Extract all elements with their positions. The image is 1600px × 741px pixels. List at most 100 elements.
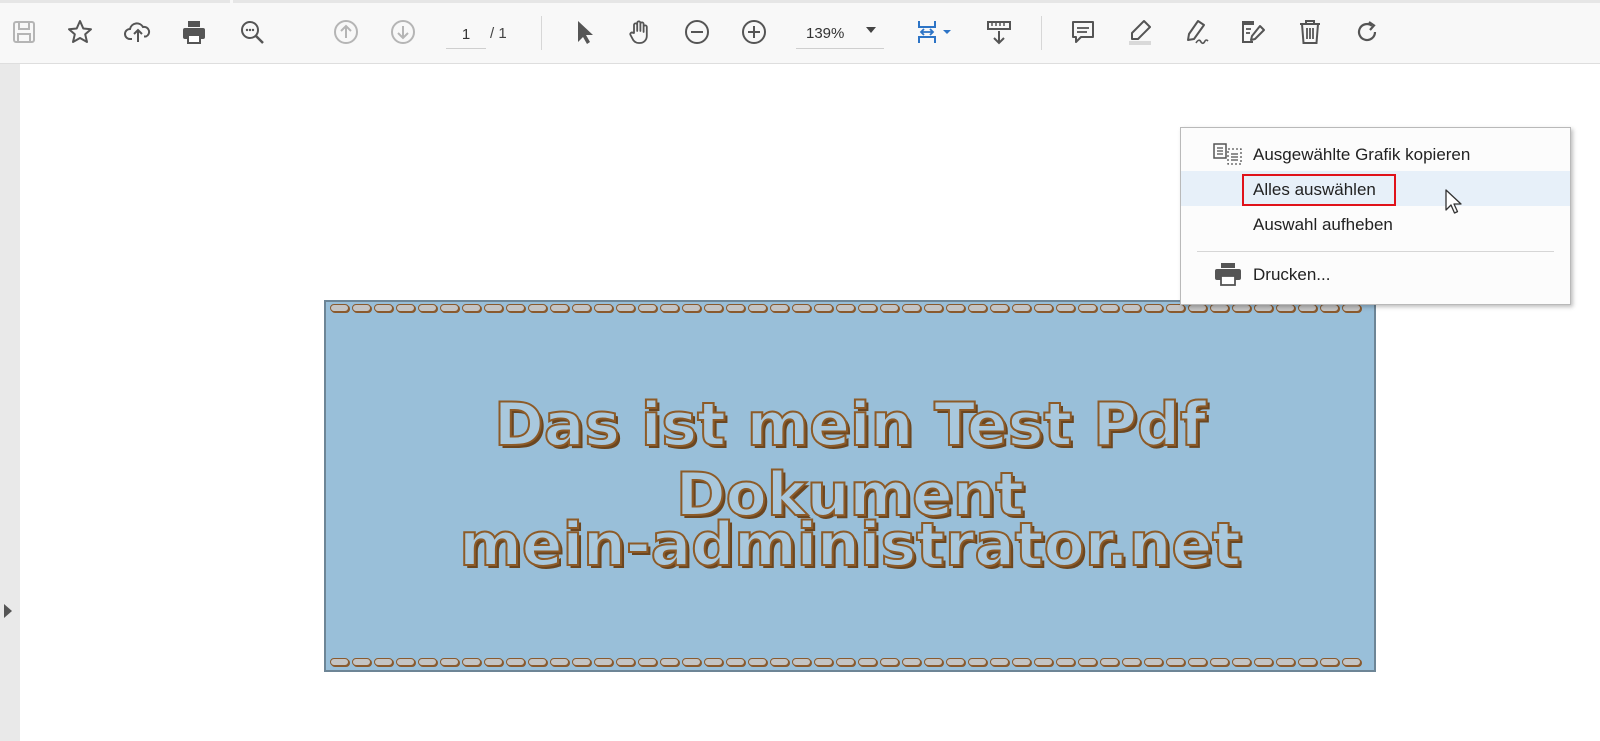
zoom-out-icon[interactable] [679, 14, 715, 50]
document-subtitle: mein-administrator.net [458, 509, 1242, 581]
stitch-segment [484, 658, 503, 666]
print-icon [1215, 263, 1241, 286]
menu-item-deselect[interactable]: Auswahl aufheben [1181, 206, 1570, 241]
stitch-segment [1100, 304, 1119, 312]
stitch-segment [1320, 304, 1339, 312]
stitch-segment [990, 658, 1009, 666]
stitch-segment [1034, 304, 1053, 312]
toolbar: / 1 139% [0, 0, 1600, 64]
stitch-segment [528, 304, 547, 312]
menu-item-label: Auswahl aufheben [1253, 215, 1393, 234]
stitch-segment [616, 658, 635, 666]
search-zoom-icon[interactable] [234, 14, 270, 50]
stitch-segment [462, 658, 481, 666]
menu-item-print[interactable]: Drucken... [1181, 256, 1570, 291]
copy-graphic-icon [1213, 143, 1242, 165]
stitch-segment [682, 658, 701, 666]
stitch-segment [506, 658, 525, 666]
fit-page-icon[interactable] [910, 14, 960, 50]
stitch-segment [528, 658, 547, 666]
stitch-segment [1210, 304, 1229, 312]
stitch-segment [836, 304, 855, 312]
sign-icon[interactable] [1178, 14, 1214, 50]
edit-text-icon[interactable] [1235, 14, 1271, 50]
chevron-down-icon [866, 27, 876, 33]
stitch-segment [990, 304, 1009, 312]
stitch-segment [352, 304, 371, 312]
tab-strip [0, 0, 230, 3]
hand-tool-icon[interactable] [622, 14, 658, 50]
toolbar-separator [541, 16, 542, 50]
stitch-segment [660, 304, 679, 312]
stitch-segment [902, 304, 921, 312]
stitch-border-bottom [330, 658, 1361, 668]
highlight-icon[interactable] [1122, 14, 1158, 50]
stitch-segment [1100, 658, 1119, 666]
stitch-segment [1078, 304, 1097, 312]
stitch-segment [946, 304, 965, 312]
left-panel-toggle[interactable] [0, 64, 20, 741]
stitch-segment [1122, 304, 1141, 312]
previous-page-icon[interactable] [328, 14, 364, 50]
stitch-segment [1144, 658, 1163, 666]
stitch-segment [1012, 658, 1031, 666]
stitch-segment [1078, 658, 1097, 666]
tab-strip-right [233, 0, 1600, 3]
stitch-segment [396, 658, 415, 666]
stitch-segment [330, 658, 349, 666]
stitch-segment [858, 304, 877, 312]
document-banner: Das ist mein Test Pdf Dokument mein-admi… [324, 300, 1376, 672]
stitch-segment [440, 304, 459, 312]
next-page-icon[interactable] [385, 14, 421, 50]
zoom-dropdown[interactable]: 139% [796, 18, 884, 49]
stitch-border-top [330, 304, 1361, 314]
page-total: / 1 [490, 25, 507, 42]
stitch-segment [1056, 304, 1075, 312]
stitch-segment [1034, 658, 1053, 666]
stitch-segment [858, 658, 877, 666]
stitch-segment [1210, 658, 1229, 666]
stitch-segment [814, 658, 833, 666]
rotate-icon[interactable] [1349, 14, 1385, 50]
cloud-upload-icon[interactable] [120, 14, 156, 50]
stitch-segment [814, 304, 833, 312]
stitch-segment [1254, 658, 1273, 666]
stitch-segment [550, 304, 569, 312]
expand-arrow-icon [4, 604, 12, 618]
stitch-segment [836, 658, 855, 666]
stitch-segment [748, 658, 767, 666]
zoom-in-icon[interactable] [736, 14, 772, 50]
page-number-input[interactable] [446, 20, 486, 49]
stitch-segment [770, 304, 789, 312]
stitch-segment [374, 304, 393, 312]
stitch-segment [1188, 658, 1207, 666]
delete-icon[interactable] [1292, 14, 1328, 50]
menu-item-copy-graphic[interactable]: Ausgewählte Grafik kopieren [1181, 136, 1570, 171]
bookmark-star-icon[interactable] [62, 14, 98, 50]
stitch-segment [880, 658, 899, 666]
menu-item-label: Ausgewählte Grafik kopieren [1253, 145, 1471, 164]
stitch-segment [550, 658, 569, 666]
stitch-segment [418, 304, 437, 312]
stitch-segment [968, 658, 987, 666]
scroll-mode-icon[interactable] [981, 14, 1017, 50]
save-icon[interactable] [6, 14, 42, 50]
stitch-segment [726, 658, 745, 666]
stitch-segment [506, 304, 525, 312]
select-cursor-icon[interactable] [566, 14, 602, 50]
stitch-segment [792, 304, 811, 312]
stitch-segment [1166, 304, 1185, 312]
comment-icon[interactable] [1065, 14, 1101, 50]
stitch-segment [638, 658, 657, 666]
stitch-segment [704, 658, 723, 666]
stitch-segment [418, 658, 437, 666]
stitch-segment [1188, 304, 1207, 312]
stitch-segment [902, 658, 921, 666]
stitch-segment [352, 658, 371, 666]
stitch-segment [1320, 658, 1339, 666]
print-icon[interactable] [176, 14, 212, 50]
stitch-segment [924, 304, 943, 312]
stitch-segment [594, 304, 613, 312]
stitch-segment [748, 304, 767, 312]
mouse-cursor-icon [1445, 189, 1462, 214]
